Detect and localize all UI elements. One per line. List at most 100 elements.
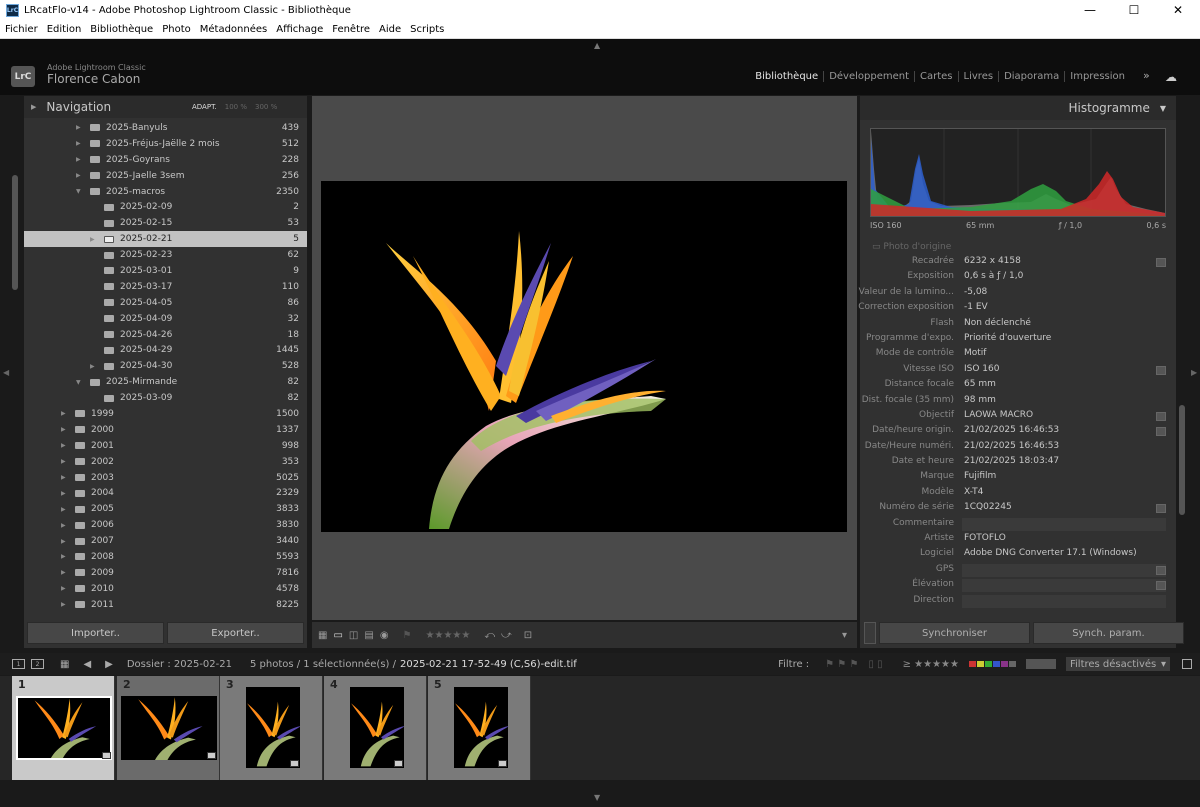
filmstrip-thumbnail[interactable]: 1 xyxy=(12,676,115,780)
grid-view-icon[interactable]: ▦ xyxy=(318,630,327,641)
main-photo[interactable] xyxy=(321,181,847,532)
filmstrip-thumbnail[interactable]: 5 xyxy=(428,676,531,780)
histogram-graph[interactable] xyxy=(870,128,1166,217)
color-filter[interactable] xyxy=(969,661,1016,667)
menu-fenetre[interactable]: Fenêtre xyxy=(327,24,374,35)
menu-photo[interactable]: Photo xyxy=(157,24,195,35)
crop-overlay-icon[interactable]: ⊡ xyxy=(524,630,532,641)
close-button[interactable]: ✕ xyxy=(1156,0,1200,20)
menu-aide[interactable]: Aide xyxy=(374,24,405,35)
collapse-triangle-icon[interactable]: ▶ xyxy=(61,538,66,545)
folder-row[interactable]: 2025-02-15 53 xyxy=(24,215,307,231)
metadata-action-icon[interactable] xyxy=(1156,504,1166,514)
folder-row[interactable]: ▶ 2007 3440 xyxy=(24,533,307,549)
zoom-fit[interactable]: ADAPT. xyxy=(192,103,217,111)
folder-row[interactable]: ▶ 2006 3830 xyxy=(24,517,307,533)
collapse-triangle-icon[interactable]: ▶ xyxy=(76,156,81,163)
expand-triangle-icon[interactable]: ▼ xyxy=(76,379,81,386)
module-impression[interactable]: Impression xyxy=(1064,71,1130,82)
folder-row[interactable]: ▶ 2008 5593 xyxy=(24,549,307,565)
forward-arrow-icon[interactable]: ▶ xyxy=(105,659,113,670)
folder-row[interactable]: ▶ 2004 2329 xyxy=(24,485,307,501)
sync-settings-button[interactable]: Synch. param. xyxy=(1033,622,1184,644)
rotate-right-icon[interactable]: ⤻ xyxy=(501,630,512,641)
filmstrip-thumbnail[interactable]: 4 xyxy=(324,676,427,780)
cloud-sync-icon[interactable]: ☁ xyxy=(1165,70,1177,84)
module-bibliotheque[interactable]: Bibliothèque xyxy=(750,71,823,82)
collapse-triangle-icon[interactable]: ▶ xyxy=(61,506,66,513)
screen-1-icon[interactable]: 1 xyxy=(12,659,25,669)
collapse-triangle-icon[interactable]: ▶ xyxy=(61,601,66,608)
loupe-view-icon[interactable]: ▭ xyxy=(333,630,342,641)
folder-row[interactable]: 2025-04-26 18 xyxy=(24,327,307,343)
folder-row[interactable]: 2025-04-05 86 xyxy=(24,295,307,311)
left-panel-toggle-icon[interactable]: ◀ xyxy=(3,368,9,377)
collapse-triangle-icon[interactable]: ▶ xyxy=(61,442,66,449)
export-button[interactable]: Exporter.. xyxy=(167,622,304,644)
rating-filter[interactable]: ≥ ★★★★★ xyxy=(903,659,959,670)
original-photo-toggle[interactable]: ▭ Photo d'origine xyxy=(872,242,951,252)
folder-row[interactable]: ▶ 2002 353 xyxy=(24,454,307,470)
grid-icon[interactable]: ▦ xyxy=(60,659,69,670)
top-panel-toggle-icon[interactable]: ▲ xyxy=(594,41,600,50)
folder-row[interactable]: ▶ 2000 1337 xyxy=(24,422,307,438)
collapse-triangle-icon[interactable]: ▶ xyxy=(61,410,66,417)
folder-row[interactable]: ▼ 2025-Mirmande 82 xyxy=(24,374,307,390)
metadata-field[interactable] xyxy=(962,563,1166,577)
menu-fichier[interactable]: Fichier xyxy=(0,24,42,35)
right-scrollbar[interactable] xyxy=(1179,405,1185,515)
folder-row[interactable]: ▶ 2025-02-21 5 xyxy=(24,231,307,248)
collapse-triangle-icon[interactable]: ▶ xyxy=(61,426,66,433)
maximize-button[interactable]: ☐ xyxy=(1112,0,1156,20)
collapse-triangle-icon[interactable]: ▶ xyxy=(61,490,66,497)
folder-row[interactable]: ▶ 2025-04-30 528 xyxy=(24,358,307,374)
star-rating[interactable]: ★★★★★ xyxy=(426,630,471,641)
collapse-triangle-icon[interactable]: ▶ xyxy=(90,363,95,370)
collapse-triangle-icon[interactable]: ▶ xyxy=(90,236,95,243)
filmstrip-thumbnail[interactable]: 3 xyxy=(220,676,323,780)
collapse-triangle-icon[interactable]: ▶ xyxy=(76,172,81,179)
module-developpement[interactable]: Développement xyxy=(823,71,914,82)
metadata-action-icon[interactable] xyxy=(1156,581,1166,591)
metadata-action-icon[interactable] xyxy=(1156,565,1166,575)
folder-row[interactable]: ▶ 2003 5025 xyxy=(24,470,307,486)
folder-row[interactable]: ▶ 2025-Fréjus-Jaëlle 2 mois 512 xyxy=(24,136,307,152)
folder-row[interactable]: 2025-03-01 9 xyxy=(24,263,307,279)
screen-2-icon[interactable]: 2 xyxy=(31,659,44,669)
current-filename[interactable]: 2025-02-21 17-52-49 (C,S6)-edit.tif xyxy=(400,659,577,670)
metadata-action-icon[interactable] xyxy=(1156,411,1166,421)
kind-filter-icon[interactable]: ▯ ▯ xyxy=(868,659,882,670)
right-panel-toggle-icon[interactable]: ▶ xyxy=(1191,368,1197,377)
people-view-icon[interactable]: ◉ xyxy=(380,630,389,641)
collapse-triangle-icon[interactable]: ▶ xyxy=(61,553,66,560)
folder-row[interactable]: ▶ 2025-Jaelle 3sem 256 xyxy=(24,168,307,184)
sync-button[interactable]: Synchroniser xyxy=(879,622,1030,644)
folder-row[interactable]: ▶ 2010 4578 xyxy=(24,581,307,597)
menu-affichage[interactable]: Affichage xyxy=(271,24,327,35)
expand-triangle-icon[interactable]: ▼ xyxy=(76,188,81,195)
filmstrip-thumbnail[interactable]: 2 xyxy=(117,676,220,780)
filter-preset-dropdown[interactable]: Filtres désactivés ▾ xyxy=(1066,657,1170,671)
folder-row[interactable]: 2025-02-23 62 xyxy=(24,247,307,263)
folder-row[interactable]: ▶ 2025-Goyrans 228 xyxy=(24,152,307,168)
collapse-triangle-icon[interactable]: ▶ xyxy=(61,458,66,465)
metadata-action-icon[interactable] xyxy=(1156,258,1166,267)
metadata-field[interactable] xyxy=(962,594,1166,608)
menu-bibliotheque[interactable]: Bibliothèque xyxy=(85,24,157,35)
collapse-triangle-icon[interactable]: ▶ xyxy=(31,103,36,111)
folder-row[interactable]: 2025-03-17 110 xyxy=(24,279,307,295)
folder-row[interactable]: ▶ 1999 1500 xyxy=(24,406,307,422)
folder-row[interactable]: 2025-04-09 32 xyxy=(24,311,307,327)
zoom-300[interactable]: 300 % xyxy=(255,103,277,111)
collapse-triangle-icon[interactable]: ▶ xyxy=(61,474,66,481)
metadata-action-icon[interactable] xyxy=(1156,427,1166,437)
metadata-field[interactable] xyxy=(962,579,1166,593)
menu-metadonnees[interactable]: Métadonnées xyxy=(195,24,272,35)
collapse-triangle-icon[interactable]: ▶ xyxy=(61,569,66,576)
folder-row[interactable]: 2025-02-09 2 xyxy=(24,199,307,215)
filmstrip-toggle-icon[interactable] xyxy=(1182,659,1192,669)
folder-row[interactable]: ▶ 2005 3833 xyxy=(24,501,307,517)
flag-filter-icon[interactable]: ⚑ ⚑ ⚑ xyxy=(825,659,858,670)
histogram-header[interactable]: Histogramme ▼ xyxy=(860,96,1176,120)
collapse-triangle-icon[interactable]: ▶ xyxy=(76,140,81,147)
